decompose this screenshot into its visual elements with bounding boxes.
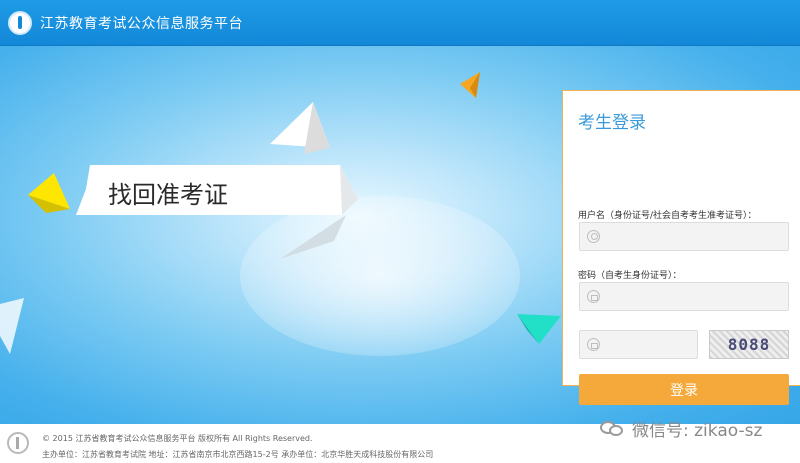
hero-background: 找回准考证 考生登录 用户名（身份证号/社会自考考生准考证号）： 密码（自考生身…: [0, 46, 800, 424]
grey-triangle-decoration: [280, 215, 346, 259]
yellow-pyramid-decoration: [28, 173, 70, 213]
retrieve-admission-ticket-banner[interactable]: 找回准考证: [76, 165, 358, 215]
site-logo-icon[interactable]: [8, 10, 32, 35]
lock-icon: [587, 338, 600, 351]
watermark-text: 微信号: zikao-sz: [632, 421, 763, 441]
user-icon: [587, 230, 600, 243]
banner-text: 找回准考证: [108, 181, 228, 209]
header-bar: 江苏教育考试公众信息服务平台: [0, 0, 800, 46]
footer-copyright: © 2015 江苏省教育考试公众信息服务平台 版权所有 All Rights R…: [42, 434, 313, 443]
login-button[interactable]: 登录: [579, 374, 789, 405]
username-input[interactable]: [579, 222, 789, 251]
white-shard-decoration: [0, 298, 24, 354]
login-title: 考生登录: [578, 113, 646, 133]
footer-logo-icon: [7, 432, 29, 454]
captcha-input[interactable]: [579, 330, 698, 359]
teal-pyramid-decoration: [517, 314, 561, 344]
password-label: 密码（自考生身份证号）：: [578, 271, 682, 281]
wechat-icon: [600, 420, 626, 438]
orange-pyramid-decoration: [460, 72, 480, 98]
password-input[interactable]: [579, 282, 789, 311]
captcha-text: 8088: [727, 335, 771, 354]
white-pyramid-decoration: [270, 102, 330, 154]
login-panel: 考生登录 用户名（身份证号/社会自考考生准考证号）： 密码（自考生身份证号）： …: [562, 90, 800, 405]
username-label: 用户名（身份证号/社会自考考生准考证号）：: [578, 211, 757, 221]
captcha-image[interactable]: 8088: [709, 330, 789, 359]
lock-icon: [587, 290, 600, 303]
site-title[interactable]: 江苏教育考试公众信息服务平台: [40, 13, 243, 33]
footer-organizer: 主办单位：江苏省教育考试院 地址：江苏省南京市北京西路15-2号 承办单位：北京…: [42, 450, 434, 459]
wechat-watermark: 微信号: zikao-sz: [600, 416, 762, 441]
